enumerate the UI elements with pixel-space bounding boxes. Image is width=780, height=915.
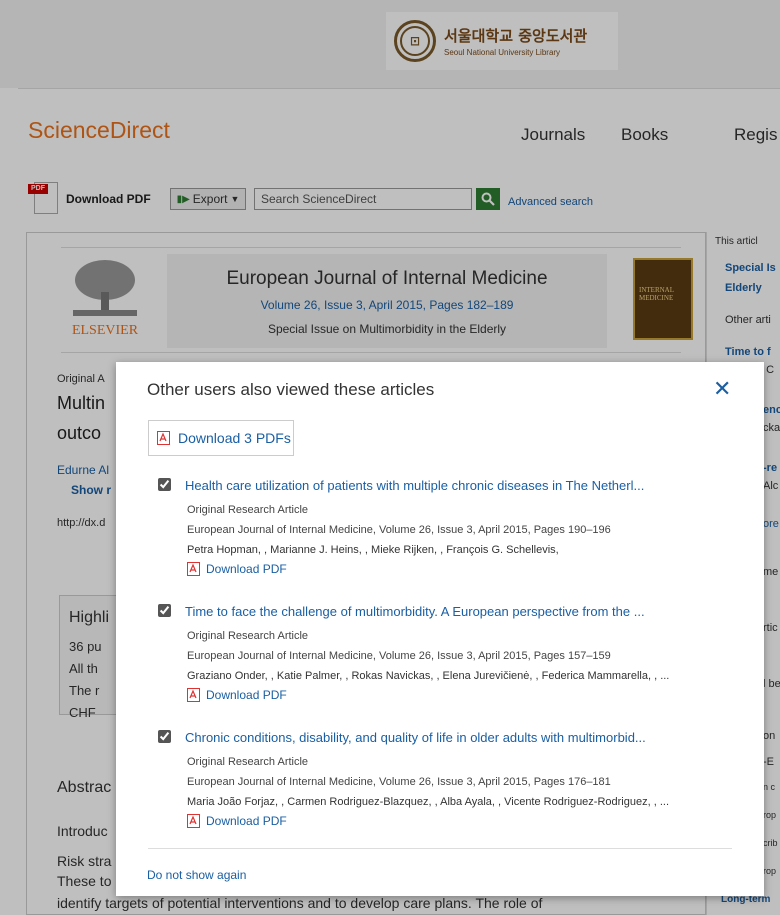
pdf-icon: [187, 688, 200, 702]
article-authors: Petra Hopman, , Marianne J. Heins, , Mie…: [187, 544, 559, 556]
article-title-link[interactable]: Health care utilization of patients with…: [185, 478, 705, 493]
article-download-pdf-link[interactable]: Download PDF: [187, 688, 287, 702]
article-source: European Journal of Internal Medicine, V…: [187, 776, 611, 788]
pdf-icon: [157, 431, 170, 445]
article-title-link[interactable]: Chronic conditions, disability, and qual…: [185, 730, 705, 745]
pdf-icon: [187, 562, 200, 576]
article-download-pdf-link[interactable]: Download PDF: [187, 562, 287, 576]
pdf-icon: [187, 814, 200, 828]
article-type: Original Research Article: [187, 756, 309, 768]
article-type: Original Research Article: [187, 630, 309, 642]
article-title-link[interactable]: Time to face the challenge of multimorbi…: [185, 604, 705, 619]
download-all-pdfs-button[interactable]: Download 3 PDFs: [148, 420, 294, 456]
article-download-pdf-link[interactable]: Download PDF: [187, 814, 287, 828]
also-viewed-modal: Other users also viewed these articles ✕…: [116, 362, 764, 896]
download-pdf-label: Download PDF: [206, 688, 287, 702]
modal-divider: [148, 848, 732, 849]
close-icon[interactable]: ✕: [713, 376, 731, 402]
article-checkbox[interactable]: [158, 730, 171, 743]
article-source: European Journal of Internal Medicine, V…: [187, 650, 611, 662]
article-type: Original Research Article: [187, 504, 309, 516]
article-authors: Graziano Onder, , Katie Palmer, , Rokas …: [187, 670, 670, 682]
article-authors: Maria João Forjaz, , Carmen Rodriguez-Bl…: [187, 796, 669, 808]
download-all-label: Download 3 PDFs: [178, 430, 291, 446]
article-checkbox[interactable]: [158, 604, 171, 617]
download-pdf-label: Download PDF: [206, 814, 287, 828]
download-pdf-label: Download PDF: [206, 562, 287, 576]
article-checkbox[interactable]: [158, 478, 171, 491]
modal-title: Other users also viewed these articles: [147, 380, 435, 399]
do-not-show-again-link[interactable]: Do not show again: [147, 868, 246, 882]
article-source: European Journal of Internal Medicine, V…: [187, 524, 611, 536]
